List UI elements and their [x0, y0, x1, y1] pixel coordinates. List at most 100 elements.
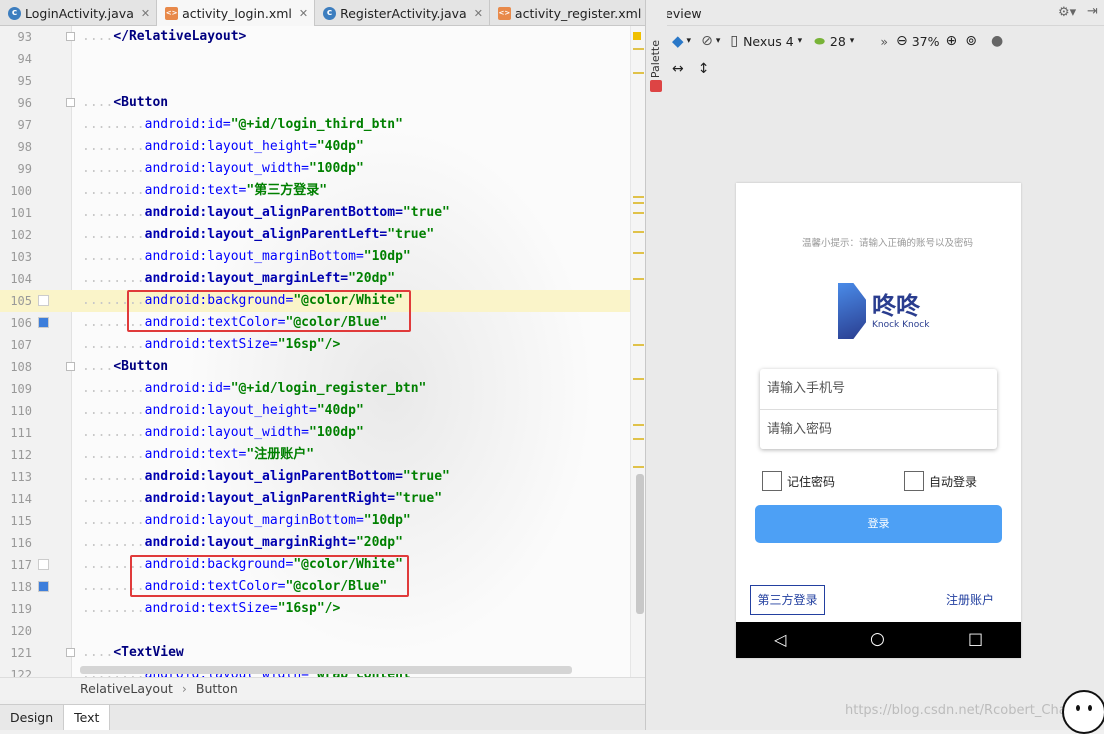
marker[interactable]: [633, 466, 644, 468]
code-line[interactable]: 111 ........android:layout_width="100dp": [0, 422, 645, 444]
code-line[interactable]: 96 ....<Button: [0, 92, 645, 114]
code-line[interactable]: 116 ........android:layout_marginRight="2…: [0, 532, 645, 554]
code-line[interactable]: 99 ........android:layout_width="100dp": [0, 158, 645, 180]
marker[interactable]: [633, 196, 644, 198]
marker[interactable]: [633, 438, 644, 440]
chevron-down-icon[interactable]: ▾: [798, 36, 803, 46]
marker[interactable]: [633, 72, 644, 74]
zoom-fit-icon[interactable]: ⊚: [965, 33, 977, 49]
color-swatch-icon[interactable]: [38, 295, 49, 306]
fold-icon[interactable]: [66, 362, 75, 371]
xml-attribute: android:id=: [144, 381, 231, 396]
code-line[interactable]: 121 ....<TextView: [0, 642, 645, 664]
close-icon[interactable]: ✕: [141, 7, 150, 20]
code-line[interactable]: 115 ........android:layout_marginBottom="…: [0, 510, 645, 532]
zoom-out-icon[interactable]: ⊖: [896, 33, 908, 49]
marker[interactable]: [633, 424, 644, 426]
line-number: 108: [10, 360, 32, 374]
marker[interactable]: [633, 252, 644, 254]
phone-input[interactable]: 请输入手机号: [760, 369, 997, 409]
color-swatch-icon[interactable]: [38, 317, 49, 328]
code-line[interactable]: 102 ........android:layout_alignParentLef…: [0, 224, 645, 246]
zoom-in-icon[interactable]: ⊕: [946, 33, 958, 49]
third-party-login-button[interactable]: 第三方登录: [750, 585, 825, 615]
tab-design[interactable]: Design: [0, 705, 65, 730]
code-line[interactable]: 97 ........android:id="@+id/login_third_b…: [0, 114, 645, 136]
palette-tab[interactable]: Palette: [649, 40, 662, 78]
code-line[interactable]: 112 ........android:text="注册账户": [0, 444, 645, 466]
code-line[interactable]: 100 ........android:text="第三方登录": [0, 180, 645, 202]
code-line[interactable]: 95: [0, 70, 645, 92]
warning-marker[interactable]: [633, 32, 641, 40]
chevron-down-icon[interactable]: ▾: [687, 36, 692, 46]
code-editor[interactable]: 93 ....</RelativeLayout> 94 95 96 ....<Button…: [0, 26, 645, 677]
code-line[interactable]: 113 ........android:layout_alignParentBot…: [0, 466, 645, 488]
marker[interactable]: [633, 378, 644, 380]
marker[interactable]: [633, 344, 644, 346]
code-line[interactable]: 101 ........android:layout_alignParentBot…: [0, 202, 645, 224]
code-line[interactable]: 107 ........android:textSize="16sp"/>: [0, 334, 645, 356]
device-select[interactable]: Nexus 4: [743, 34, 794, 49]
tab-activity-login-xml[interactable]: <> activity_login.xml ✕: [157, 0, 316, 26]
marker[interactable]: [633, 278, 644, 280]
breadcrumb-child[interactable]: Button: [196, 681, 238, 696]
gear-icon[interactable]: ⚙▾: [1058, 5, 1076, 20]
login-button[interactable]: 登录: [755, 505, 1002, 543]
code-line[interactable]: 110 ........android:layout_height="40dp": [0, 400, 645, 422]
chevron-down-icon[interactable]: ▾: [716, 36, 721, 46]
color-swatch-icon[interactable]: [38, 581, 49, 592]
chevron-down-icon[interactable]: ▾: [850, 36, 855, 46]
tab-activity-register-xml[interactable]: <> activity_register.xml ✕: [490, 0, 665, 26]
fold-icon[interactable]: [66, 32, 75, 41]
palette-icon[interactable]: [650, 80, 662, 92]
warning-icon[interactable]: ●: [991, 33, 1003, 49]
auto-login-checkbox[interactable]: 自动登录: [904, 471, 977, 491]
recents-icon[interactable]: □: [968, 629, 983, 648]
api-select[interactable]: 28: [830, 34, 846, 49]
more-icon[interactable]: »: [880, 34, 888, 49]
code-line[interactable]: 119 ........android:textSize="16sp"/>: [0, 598, 645, 620]
xml-attribute: android:layout_marginBottom=: [144, 249, 364, 264]
tab-loginactivity-java[interactable]: c LoginActivity.java ✕: [0, 0, 158, 26]
home-icon[interactable]: ○: [870, 629, 885, 649]
vertical-scrollbar[interactable]: [636, 474, 644, 614]
close-icon[interactable]: ✕: [474, 7, 483, 20]
code-line[interactable]: 109 ........android:id="@+id/login_regist…: [0, 378, 645, 400]
rotate-icon[interactable]: ⊘: [701, 33, 713, 49]
tab-registeractivity-java[interactable]: c RegisterActivity.java ✕: [315, 0, 490, 26]
code-line[interactable]: 120: [0, 620, 645, 642]
marker[interactable]: [633, 202, 644, 204]
code-line[interactable]: 103 ........android:layout_marginBottom="…: [0, 246, 645, 268]
layers-icon[interactable]: ◆: [672, 32, 684, 50]
resize-vertical-icon[interactable]: ↕: [698, 61, 710, 77]
code-text: ........android:id="@+id/login_third_btn…: [82, 114, 403, 136]
register-button[interactable]: 注册账户: [946, 591, 994, 608]
fold-icon[interactable]: [66, 648, 75, 657]
marker[interactable]: [633, 212, 644, 214]
code-line[interactable]: 114 ........android:layout_alignParentRig…: [0, 488, 645, 510]
checkbox-icon[interactable]: [762, 471, 782, 491]
close-icon[interactable]: ✕: [299, 7, 308, 20]
code-line[interactable]: 93 ....</RelativeLayout>: [0, 26, 645, 48]
marker[interactable]: [633, 48, 644, 50]
checkbox-icon[interactable]: [904, 471, 924, 491]
color-swatch-icon[interactable]: [38, 559, 49, 570]
tab-text[interactable]: Text: [64, 705, 111, 730]
breadcrumb-root[interactable]: RelativeLayout: [80, 681, 173, 696]
code-line[interactable]: 94: [0, 48, 645, 70]
indent-dots: ........: [82, 447, 145, 462]
code-line[interactable]: 108 ....<Button: [0, 356, 645, 378]
logo-subtitle: Knock Knock: [872, 320, 930, 330]
fold-icon[interactable]: [66, 98, 75, 107]
resize-horizontal-icon[interactable]: ↔: [672, 61, 684, 77]
back-icon[interactable]: ◁: [774, 630, 786, 649]
code-line[interactable]: 104 ........android:layout_marginLeft="20…: [0, 268, 645, 290]
marker[interactable]: [633, 231, 644, 233]
remember-checkbox[interactable]: 记住密码: [762, 471, 835, 491]
password-input[interactable]: 请输入密码: [760, 409, 997, 449]
line-number: 107: [10, 338, 32, 352]
code-line[interactable]: 98 ........android:layout_height="40dp": [0, 136, 645, 158]
code-text: ........android:layout_height="40dp": [82, 400, 364, 422]
minimize-icon[interactable]: ⇥: [1087, 4, 1098, 19]
horizontal-scrollbar[interactable]: [80, 666, 572, 674]
